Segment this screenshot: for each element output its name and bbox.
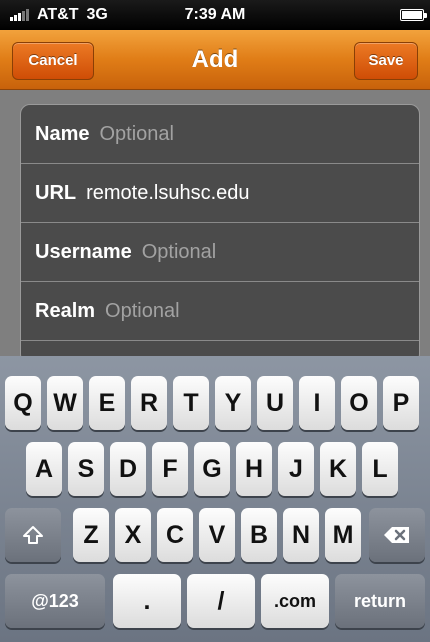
key-j[interactable]: J bbox=[278, 442, 314, 496]
key-t[interactable]: T bbox=[173, 376, 209, 430]
shift-key[interactable] bbox=[5, 508, 61, 562]
key-e[interactable]: E bbox=[89, 376, 125, 430]
status-time: 7:39 AM bbox=[184, 6, 246, 23]
key-h[interactable]: H bbox=[236, 442, 272, 496]
backspace-icon bbox=[383, 525, 411, 545]
key-b[interactable]: B bbox=[241, 508, 277, 562]
battery-icon bbox=[400, 9, 427, 21]
key-k[interactable]: K bbox=[320, 442, 356, 496]
key-o[interactable]: O bbox=[341, 376, 377, 430]
key-v[interactable]: V bbox=[199, 508, 235, 562]
key-r[interactable]: R bbox=[131, 376, 167, 430]
save-button[interactable]: Save bbox=[354, 42, 418, 80]
key-a[interactable]: A bbox=[26, 442, 62, 496]
dot-key[interactable]: . bbox=[113, 574, 181, 628]
keyboard: Q W E R T Y U I O P A S D F G H J K L Z … bbox=[0, 356, 430, 642]
key-s[interactable]: S bbox=[68, 442, 104, 496]
shift-arrow-icon bbox=[22, 524, 44, 546]
url-label: URL bbox=[35, 181, 77, 204]
key-y[interactable]: Y bbox=[215, 376, 251, 430]
key-n[interactable]: N bbox=[283, 508, 319, 562]
delete-key[interactable] bbox=[369, 508, 425, 562]
username-placeholder: Optional bbox=[141, 240, 217, 263]
return-key[interactable]: return bbox=[335, 574, 425, 628]
key-w[interactable]: W bbox=[47, 376, 83, 430]
status-bar: AT&T 3G 7:39 AM bbox=[0, 0, 430, 30]
slash-key[interactable]: / bbox=[187, 574, 255, 628]
form-group: Name Optional URL remote.lsuhsc.edu User… bbox=[20, 104, 420, 364]
key-i[interactable]: I bbox=[299, 376, 335, 430]
key-m[interactable]: M bbox=[325, 508, 361, 562]
key-u[interactable]: U bbox=[257, 376, 293, 430]
key-q[interactable]: Q bbox=[5, 376, 41, 430]
name-field[interactable]: Name Optional bbox=[21, 105, 419, 164]
key-g[interactable]: G bbox=[194, 442, 230, 496]
key-d[interactable]: D bbox=[110, 442, 146, 496]
username-label: Username bbox=[35, 240, 132, 263]
key-f[interactable]: F bbox=[152, 442, 188, 496]
key-p[interactable]: P bbox=[383, 376, 419, 430]
numbers-key[interactable]: @123 bbox=[5, 574, 105, 628]
realm-label: Realm bbox=[35, 299, 96, 322]
url-field[interactable]: URL remote.lsuhsc.edu bbox=[21, 164, 419, 223]
key-l[interactable]: L bbox=[362, 442, 398, 496]
realm-placeholder: Optional bbox=[105, 299, 180, 322]
realm-field[interactable]: Realm Optional bbox=[21, 282, 419, 341]
username-field[interactable]: Username Optional bbox=[21, 223, 419, 282]
name-label: Name bbox=[35, 122, 90, 145]
key-x[interactable]: X bbox=[115, 508, 151, 562]
name-placeholder: Optional bbox=[99, 122, 174, 145]
key-z[interactable]: Z bbox=[73, 508, 109, 562]
dotcom-key[interactable]: .com bbox=[261, 574, 329, 628]
form-area: Name Optional URL remote.lsuhsc.edu User… bbox=[0, 90, 430, 364]
url-value: remote.lsuhsc.edu bbox=[86, 181, 250, 204]
nav-bar: Cancel Add Save bbox=[0, 30, 430, 90]
key-c[interactable]: C bbox=[157, 508, 193, 562]
